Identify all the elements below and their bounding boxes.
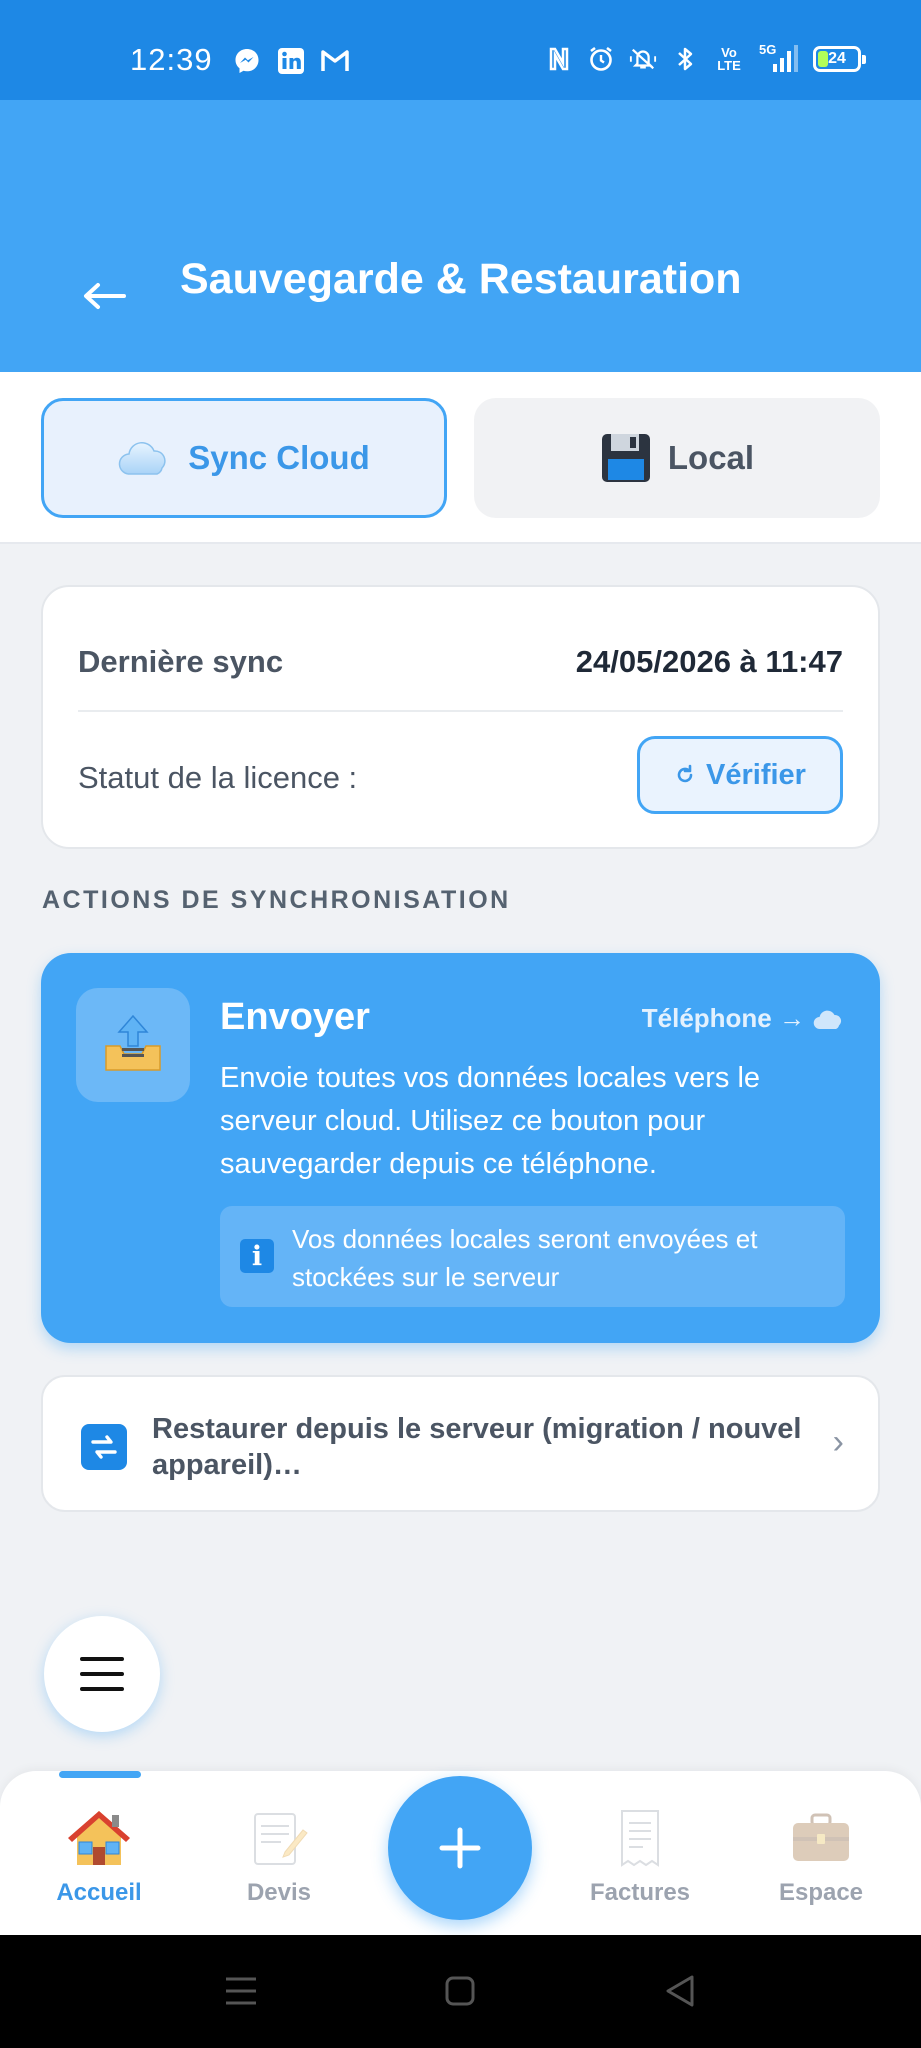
license-status-label: Statut de la licence : [78,760,358,795]
section-title: ACTIONS DE SYNCHRONISATION [42,886,511,914]
app-header: Sauvegarde & Restauration [0,100,921,372]
sync-arrows-icon [81,1424,127,1470]
cloud-icon [118,440,172,476]
system-nav-bar [0,1935,921,2048]
last-sync-value: 24/05/2026 à 11:47 [575,644,843,679]
bluetooth-icon [671,44,699,74]
back-triangle-icon [666,1975,694,2007]
verify-button-label: Vérifier [706,758,806,791]
system-back-button[interactable] [650,1963,710,2019]
refresh-icon [674,764,696,786]
send-description: Envoie toutes vos données locales vers l… [220,1062,761,1180]
mute-bell-icon [629,44,657,74]
nav-item-espace[interactable]: Espace [746,1805,896,1907]
info-icon: i [240,1239,274,1273]
menu-fab[interactable] [44,1616,160,1732]
nav-item-factures[interactable]: Factures [565,1805,715,1907]
tab-sync-cloud-label: Sync Cloud [188,439,370,476]
status-app-icons [232,46,350,76]
restore-label: Restaurer depuis le serveur (migration /… [152,1413,802,1481]
send-route: Téléphone → [642,1003,845,1034]
add-button[interactable] [388,1776,532,1920]
hamburger-menu-icon [80,1657,124,1691]
receipt-icon [565,1805,715,1871]
tab-sync-cloud[interactable]: Sync Cloud [41,398,447,518]
upload-tray-icon [76,988,190,1102]
signal-label: 5G [759,42,777,57]
page-title: Sauvegarde & Restauration [180,255,742,303]
status-time: 12:39 [130,42,213,77]
house-icon [24,1805,174,1871]
tabs-bar: Sync Cloud Local [0,372,921,544]
cloud-icon [813,1008,845,1030]
plus-icon [439,1827,481,1869]
volte-icon: Vo LTE [713,44,745,74]
recent-apps-button[interactable] [211,1963,271,2019]
nav-label-espace: Espace [778,1879,864,1906]
nfc-icon [545,44,573,74]
last-sync-label: Dernière sync [78,644,284,679]
send-title: Envoyer [220,996,370,1038]
battery-indicator: 24 [813,46,866,72]
chevron-right-icon: › [832,1423,844,1461]
briefcase-icon [746,1805,896,1871]
active-tab-indicator [59,1771,141,1778]
battery-fill [818,51,829,67]
send-note-text: Vos données locales seront envoyées et s… [292,1224,758,1292]
send-action-card[interactable]: Envoyer Téléphone → Envoie toutes vos do… [41,953,880,1343]
nav-label-factures: Factures [589,1879,691,1906]
signal-icon: 5G [759,42,799,74]
home-button[interactable] [430,1963,490,2019]
nav-item-accueil[interactable]: Accueil [24,1805,174,1907]
status-bar: 12:39 Vo LTE 5G 24 [0,0,921,100]
nav-label-accueil: Accueil [56,1879,142,1906]
send-route-label: Téléphone → [641,1003,805,1033]
messenger-icon [232,46,262,76]
gmail-icon [320,46,350,76]
verify-button[interactable]: Vérifier [637,736,843,814]
volte-bottom-label: LTE [717,58,741,73]
nav-label-devis: Devis [246,1879,312,1906]
nav-item-devis[interactable]: Devis [204,1805,354,1907]
linkedin-icon [276,46,306,76]
battery-level: 24 [828,50,846,67]
tab-local[interactable]: Local [474,398,880,518]
status-system-icons: Vo LTE 5G 24 [545,42,866,74]
sync-info-card: Dernière sync 24/05/2026 à 11:47 Statut … [41,585,880,849]
tab-local-label: Local [667,439,755,476]
card-divider [78,710,843,712]
home-square-icon [445,1976,475,2006]
menu-icon [226,1977,256,2005]
arrow-left-icon [84,283,126,309]
floppy-disk-icon [600,432,652,484]
alarm-icon [587,44,615,74]
back-button[interactable] [76,268,132,324]
send-info-note: i Vos données locales seront envoyées et… [220,1206,845,1307]
restore-from-server-row[interactable]: Restaurer depuis le serveur (migration /… [41,1375,880,1512]
memo-icon [204,1805,354,1871]
